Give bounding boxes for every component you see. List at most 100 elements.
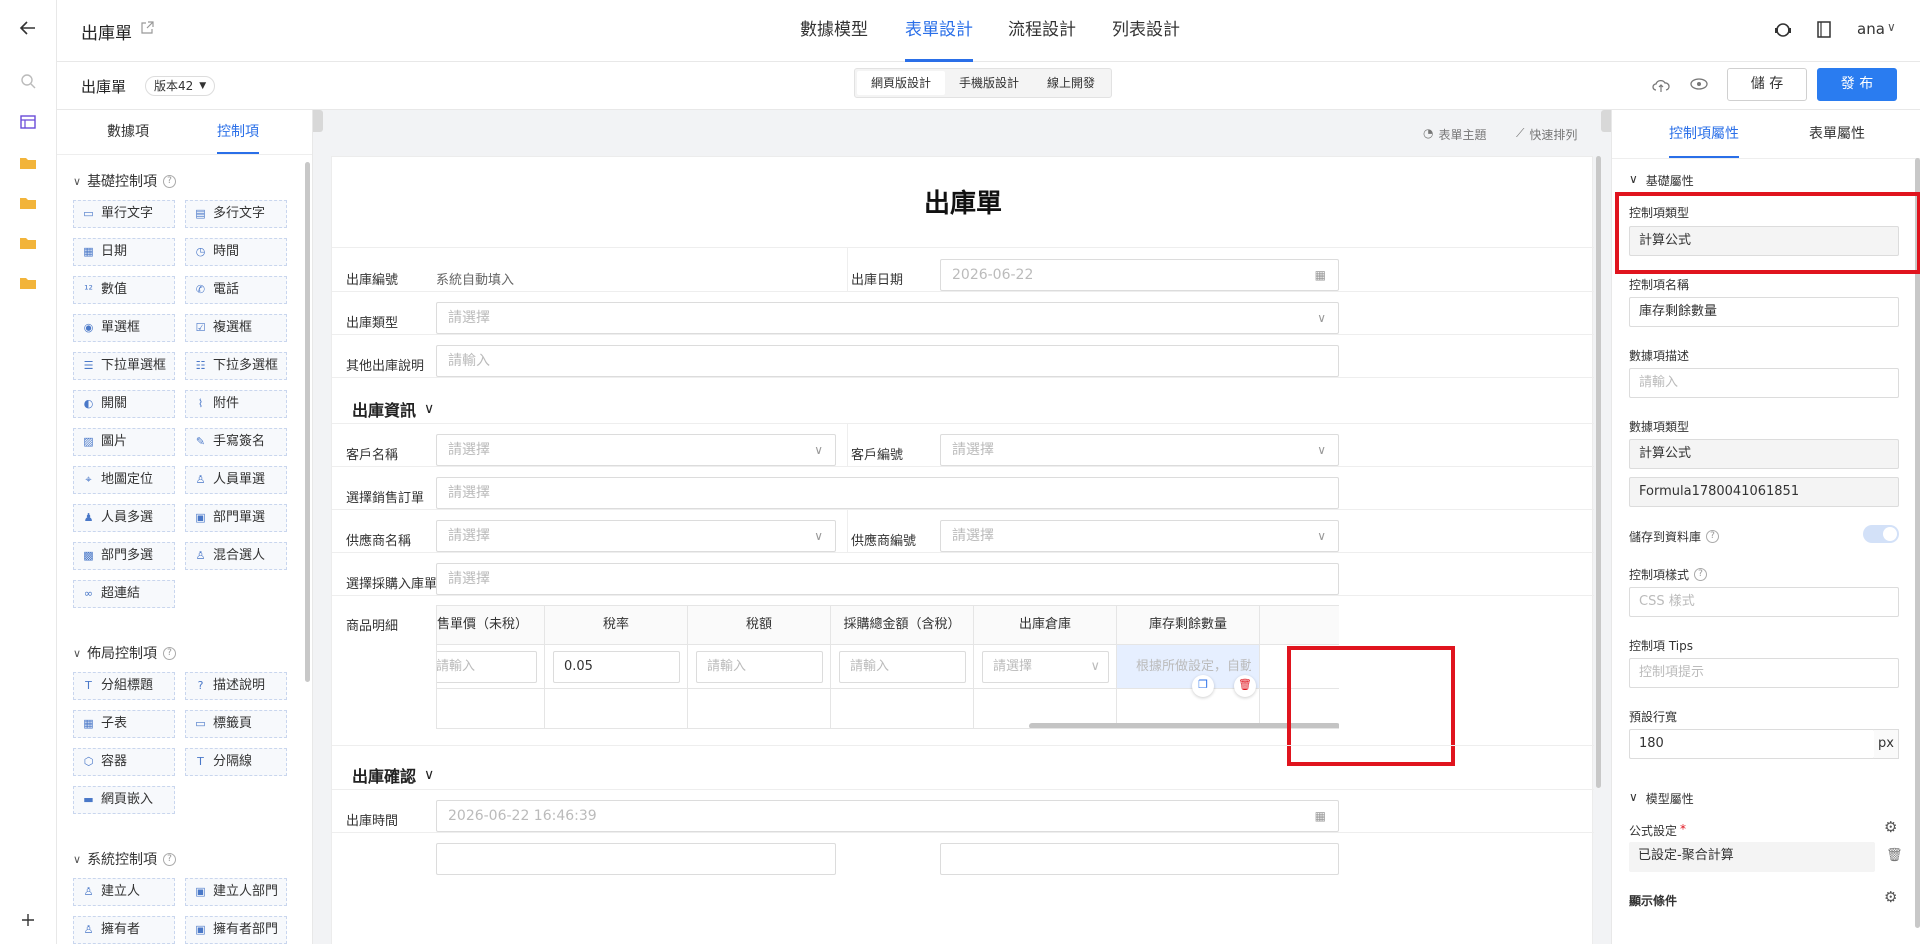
scrollbar[interactable] xyxy=(1596,156,1601,788)
section-header[interactable]: 出庫確認 ∨ xyxy=(352,763,434,787)
control-item[interactable]: ✎ 手寫簽名 xyxy=(185,428,287,456)
control-item[interactable]: ▣ 擁有者部門 xyxy=(185,916,287,944)
formula-field[interactable]: 已設定-聚合計算 xyxy=(1629,842,1875,872)
delete-icon[interactable]: 🗑 xyxy=(1234,675,1256,697)
trash-icon[interactable]: 🗑 xyxy=(1886,848,1903,863)
basic-props-header[interactable]: ∨ 基礎屬性 xyxy=(1629,172,1694,189)
form-theme-button[interactable]: ◔ 表單主題 xyxy=(1423,126,1487,143)
supplier-select[interactable]: 請選擇 ∨ xyxy=(436,520,836,552)
tab-flow-design[interactable]: 流程設計 xyxy=(1008,0,1076,62)
control-item[interactable]: ∞ 超連結 xyxy=(73,580,175,608)
user-name[interactable]: ana xyxy=(1857,20,1885,38)
list-icon[interactable] xyxy=(18,112,38,132)
control-item[interactable]: T 分隔線 xyxy=(185,748,287,776)
customer-no-select[interactable]: 請選擇 ∨ xyxy=(940,434,1339,466)
note-input[interactable]: 請輸入 xyxy=(436,345,1339,377)
control-group-header[interactable]: ∨ 基礎控制項? xyxy=(73,171,177,191)
control-item[interactable]: ▣ 建立人部門 xyxy=(185,878,287,906)
tab-data-model[interactable]: 數據模型 xyxy=(800,0,868,62)
next-field[interactable] xyxy=(436,843,836,875)
out-time-input[interactable]: 2026-06-22 16:46:39 ▦ xyxy=(436,800,1339,832)
control-item[interactable]: ☷ 下拉多選框 xyxy=(185,352,287,380)
folder-icon[interactable] xyxy=(18,232,38,252)
tab-list-design[interactable]: 列表設計 xyxy=(1112,0,1180,62)
purchase-inbound-select[interactable]: 請選擇 xyxy=(436,563,1339,595)
folder-icon[interactable] xyxy=(18,192,38,212)
control-item[interactable]: ⬡ 容器 xyxy=(73,748,175,776)
control-item[interactable]: ▩ 部門多選 xyxy=(73,542,175,570)
control-item[interactable]: ◷ 時間 xyxy=(185,238,287,266)
add-icon[interactable] xyxy=(18,910,38,930)
collapse-right-handle[interactable] xyxy=(1601,110,1611,132)
copy-icon[interactable]: ❐ xyxy=(1192,675,1214,697)
control-item[interactable]: T 分組標題 xyxy=(73,672,175,700)
folder-icon[interactable] xyxy=(18,272,38,292)
version-select[interactable]: 版本42 ▼ xyxy=(145,76,216,96)
data-desc-input[interactable]: 請輸入 xyxy=(1629,368,1899,398)
external-link-icon[interactable] xyxy=(141,21,154,38)
control-item[interactable]: ♙ 人員單選 xyxy=(185,466,287,494)
control-item[interactable]: ▨ 圖片 xyxy=(73,428,175,456)
ctrl-name-input[interactable]: 庫存剩餘數量 xyxy=(1629,297,1899,327)
section-header[interactable]: 出庫資訊 ∨ xyxy=(352,397,434,421)
control-item[interactable]: ▭ 標籤頁 xyxy=(185,710,287,738)
gear-icon[interactable]: ⚙ xyxy=(1884,818,1897,836)
control-item[interactable]: ♙ 擁有者 xyxy=(73,916,175,944)
control-item[interactable]: ◐ 開關 xyxy=(73,390,175,418)
warehouse-select[interactable]: 請選擇 ∨ xyxy=(982,651,1109,683)
publish-button[interactable]: 發 布 xyxy=(1817,68,1897,101)
control-item[interactable]: ♙ 混合選人 xyxy=(185,542,287,570)
control-item[interactable]: ▭ 單行文字 xyxy=(73,200,175,228)
control-item[interactable]: ? 描述說明 xyxy=(185,672,287,700)
gear-icon[interactable]: ⚙ xyxy=(1884,888,1897,906)
sales-order-select[interactable]: 請選擇 xyxy=(436,477,1339,509)
control-item[interactable]: ▤ 多行文字 xyxy=(185,200,287,228)
customer-select[interactable]: 請選擇 ∨ xyxy=(436,434,836,466)
model-props-header[interactable]: ∨ 模型屬性 xyxy=(1629,790,1694,807)
search-icon[interactable] xyxy=(18,71,38,91)
type-select[interactable]: 請選擇 ∨ xyxy=(436,302,1339,334)
chevron-down-icon[interactable]: ∨ xyxy=(1887,20,1896,34)
collapse-left-handle[interactable] xyxy=(313,110,323,132)
control-item[interactable]: ⌇ 附件 xyxy=(185,390,287,418)
preview-eye-icon[interactable] xyxy=(1690,77,1708,95)
quick-arrange-button[interactable]: ⟋ 快速排列 xyxy=(1516,126,1577,143)
control-item[interactable]: ⌖ 地圖定位 xyxy=(73,466,175,494)
supplier-no-select[interactable]: 請選擇 ∨ xyxy=(940,520,1339,552)
control-item[interactable]: ¹² 數值 xyxy=(73,276,175,304)
tab-form-properties[interactable]: 表單屬性 xyxy=(1809,110,1865,158)
css-style-input[interactable]: CSS 樣式 xyxy=(1629,587,1899,617)
tab-controls[interactable]: 控制項 xyxy=(217,110,259,154)
control-item[interactable]: ▬ 網頁嵌入 xyxy=(73,786,175,814)
control-group-header[interactable]: ∨ 系統控制項? xyxy=(73,849,177,869)
tax-rate-input[interactable]: 0.05 xyxy=(553,651,680,683)
back-arrow-icon[interactable] xyxy=(18,18,38,38)
price-input[interactable]: 請輸入 xyxy=(437,651,537,683)
mode-mobile[interactable]: 手機版設計 xyxy=(945,71,1033,95)
mode-online-dev[interactable]: 線上開發 xyxy=(1033,71,1109,95)
tab-control-properties[interactable]: 控制項屬性 xyxy=(1669,110,1739,158)
control-group-header[interactable]: ∨ 佈局控制項? xyxy=(73,643,177,663)
control-item[interactable]: ☑ 複選框 xyxy=(185,314,287,342)
width-input[interactable]: 180 xyxy=(1629,729,1875,759)
control-item[interactable]: ▣ 部門單選 xyxy=(185,504,287,532)
cloud-upload-icon[interactable] xyxy=(1652,77,1670,97)
tax-input[interactable]: 請輸入 xyxy=(696,651,823,683)
scrollbar[interactable] xyxy=(305,162,310,682)
tab-form-design[interactable]: 表單設計 xyxy=(905,0,973,62)
support-icon[interactable] xyxy=(1774,21,1792,43)
control-item[interactable]: ✆ 電話 xyxy=(185,276,287,304)
control-item[interactable]: ♙ 建立人 xyxy=(73,878,175,906)
control-item[interactable]: ◉ 單選框 xyxy=(73,314,175,342)
next-field[interactable] xyxy=(940,843,1339,875)
mode-web[interactable]: 網頁版設計 xyxy=(857,71,946,95)
control-item[interactable]: ▦ 日期 xyxy=(73,238,175,266)
total-input[interactable]: 請輸入 xyxy=(839,651,966,683)
date-input[interactable]: 2026-06-22 ▦ xyxy=(940,259,1339,291)
store-toggle[interactable] xyxy=(1863,525,1899,543)
folder-icon[interactable] xyxy=(18,152,38,172)
control-item[interactable]: ▦ 子表 xyxy=(73,710,175,738)
control-item[interactable]: ☰ 下拉單選框 xyxy=(73,352,175,380)
book-icon[interactable] xyxy=(1817,21,1831,42)
save-button[interactable]: 儲 存 xyxy=(1727,68,1807,101)
